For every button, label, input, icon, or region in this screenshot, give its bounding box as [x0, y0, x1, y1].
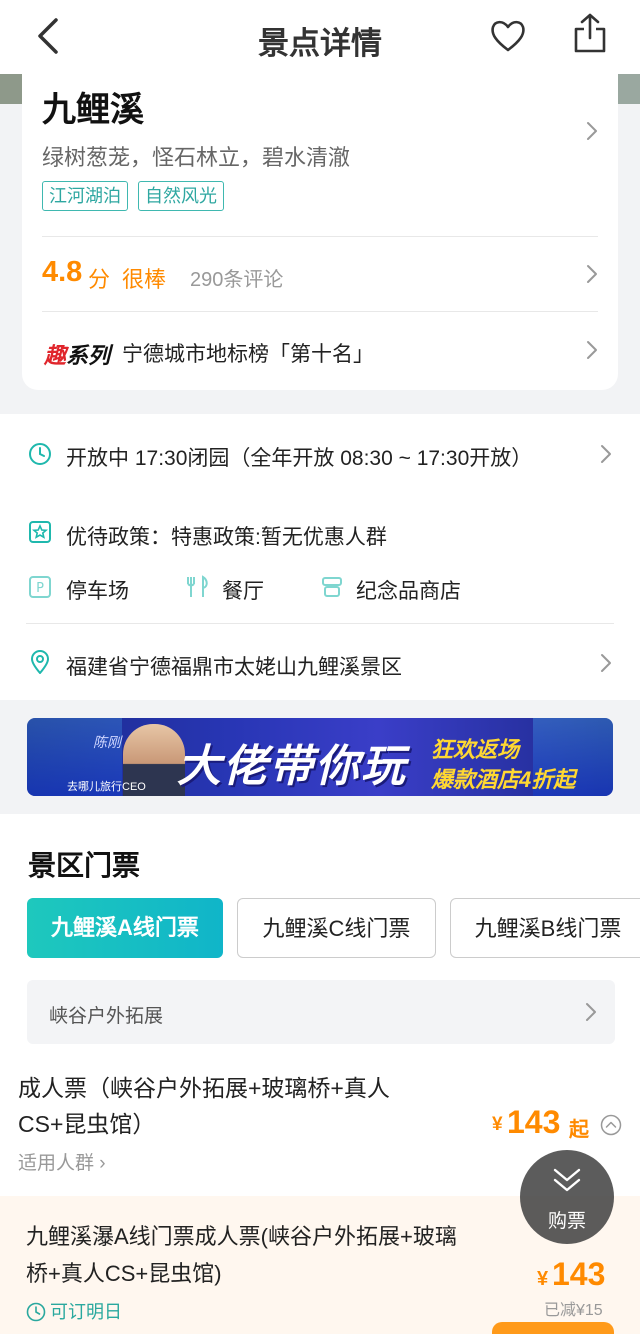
rating-unit: 分 [88, 267, 111, 292]
rating-word: 很棒 [122, 267, 167, 292]
section-title: 景区门票 [28, 850, 141, 881]
price-suffix: 起 [569, 1119, 589, 1141]
double-chevron-down-icon [553, 1168, 581, 1192]
qu-series-logo: 趣系列 [44, 343, 111, 368]
location-pin-icon [30, 650, 50, 674]
top-nav-bar: 景点详情 [0, 0, 640, 74]
discount-text: 已减¥15 [544, 1302, 603, 1319]
divider [26, 623, 614, 624]
share-icon[interactable] [572, 12, 608, 54]
tag-natural-scenery: 自然风光 [138, 181, 224, 211]
chevron-right-icon[interactable] [600, 444, 612, 464]
poi-description[interactable]: 绿树葱茏，怪石林立，碧水清澈 [42, 140, 350, 172]
chevron-right-icon: › [94, 1153, 106, 1174]
banner-slogan-2: 爆款酒店4折起 [431, 767, 576, 792]
poi-name: 九鲤溪 [42, 91, 144, 129]
ticket-item-name[interactable]: 成人票（峡谷户外拓展+玻璃桥+真人CS+昆虫馆） [18, 1070, 438, 1142]
clock-icon [29, 443, 51, 465]
bottom-price: 143 [552, 1256, 606, 1292]
facility-souvenir-shop: 纪念品商店 [356, 580, 461, 603]
tab-line-c[interactable]: 九鲤溪C线门票 [237, 898, 436, 958]
favorite-heart-icon[interactable] [488, 16, 528, 56]
rating-score: 4.8 [42, 256, 83, 288]
banner-slogan-1: 狂欢返场 [431, 737, 520, 762]
buy-button-label: 购票 [547, 1211, 586, 1232]
sub-category-row[interactable]: 峡谷户外拓展 [27, 980, 615, 1044]
tag-river-lake: 江河湖泊 [42, 181, 128, 211]
tab-line-b[interactable]: 九鲤溪B线门票 [450, 898, 640, 958]
price-currency: ¥ [537, 1268, 549, 1290]
badge-star-icon [29, 521, 51, 543]
ceo-caption: 去哪儿旅行CEO [67, 781, 146, 793]
divider [42, 311, 598, 312]
gift-shop-icon [322, 577, 342, 597]
chevron-right-icon [586, 1003, 596, 1021]
restaurant-icon [187, 575, 208, 597]
tab-line-a[interactable]: 九鲤溪A线门票 [27, 898, 223, 958]
ticket-price: 143 [507, 1104, 561, 1140]
ranking-text: 宁德城市地标榜「第十名」 [122, 343, 374, 366]
svg-text:P: P [36, 581, 44, 596]
facility-restaurant: 餐厅 [222, 580, 264, 603]
banner-headline: 大佬带你玩 [177, 742, 407, 791]
opening-hours-text: 开放中 17:30闭园（全年开放 08:30 ~ 17:30开放） [66, 447, 533, 470]
parking-icon: P [29, 576, 51, 598]
chevron-right-icon[interactable] [586, 340, 598, 360]
page-title: 景点详情 [258, 26, 382, 61]
ceo-signature: 陈刚 [93, 734, 121, 750]
availability-label: 可订明日 [26, 1298, 122, 1324]
poi-summary-card: 九鲤溪 绿树葱茏，怪石林立，碧水清澈 江河湖泊 自然风光 4.8 分 很棒 29… [22, 74, 618, 390]
divider [42, 236, 598, 237]
chevron-up-circle-icon[interactable] [600, 1114, 622, 1136]
applicable-crowd-link[interactable]: 适用人群 › [18, 1148, 106, 1175]
selected-ticket-name: 九鲤溪瀑A线门票成人票(峡谷户外拓展+玻璃桥+真人CS+昆虫馆) [26, 1224, 457, 1286]
address-text: 福建省宁德福鼎市太姥山九鲤溪景区 [66, 656, 402, 679]
poi-info-card: 开放中 17:30闭园（全年开放 08:30 ~ 17:30开放） 优待政策：特… [0, 414, 640, 700]
facility-parking: 停车场 [66, 580, 129, 603]
floating-buy-button[interactable]: 购票 [520, 1150, 614, 1244]
clock-icon [26, 1302, 46, 1322]
tickets-section: 景区门票 九鲤溪A线门票 九鲤溪C线门票 九鲤溪B线门票 峡谷户外拓展 成人票（… [0, 814, 640, 1196]
chevron-right-icon[interactable] [586, 121, 598, 141]
price-currency: ¥ [492, 1114, 503, 1135]
promo-banner[interactable]: 陈刚 去哪儿旅行CEO 大佬带你玩 狂欢返场 爆款酒店4折起 [27, 718, 613, 796]
review-count: 290条评论 [190, 269, 284, 291]
sub-category-label: 峡谷户外拓展 [49, 1006, 164, 1027]
book-button[interactable] [492, 1322, 614, 1334]
chevron-right-icon[interactable] [600, 653, 612, 673]
policy-text: 优待政策：特惠政策:暂无优惠人群 [66, 526, 387, 549]
chevron-right-icon[interactable] [586, 264, 598, 284]
